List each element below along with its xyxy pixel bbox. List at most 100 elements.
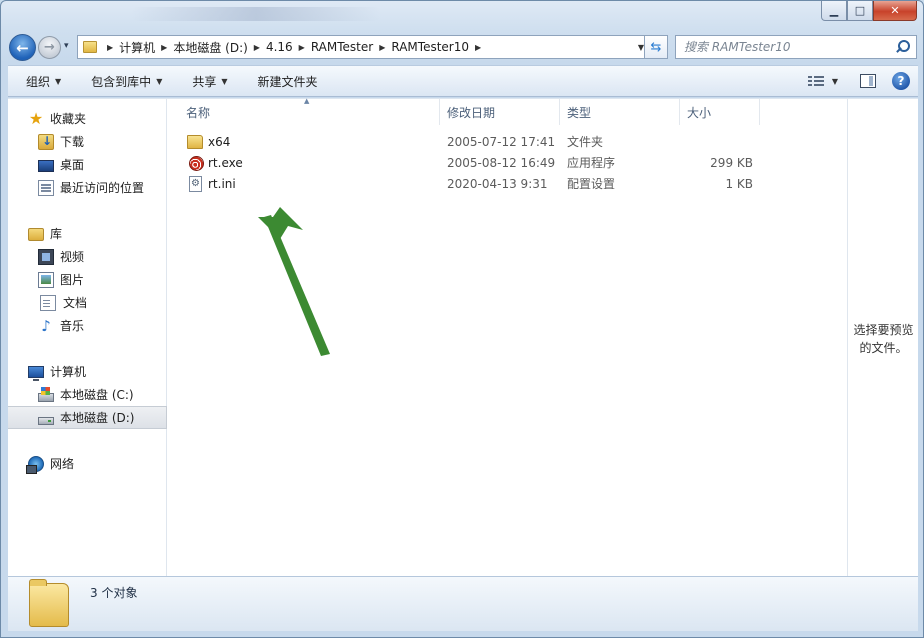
annotation-arrow-head <box>258 207 303 239</box>
preview-pane: 选择要预览 的文件。 <box>847 99 918 577</box>
computer-icon <box>28 366 44 381</box>
change-view-icon[interactable] <box>807 74 824 88</box>
sidebar-item-label: 本地磁盘 (C:) <box>60 388 134 402</box>
preview-message: 选择要预览 的文件。 <box>848 321 919 357</box>
sidebar-item-recent-places[interactable]: 最近访问的位置 <box>8 176 167 199</box>
sidebar-item-label: 最近访问的位置 <box>60 181 145 195</box>
sidebar-item-documents[interactable]: 文档 <box>8 291 167 314</box>
sidebar-item-label: 图片 <box>60 273 85 287</box>
item-count: 3 个对象 <box>90 586 138 600</box>
view-controls: ▼ ? <box>807 72 910 90</box>
new-folder-label: 新建文件夹 <box>257 74 318 89</box>
system-drive-icon <box>38 386 54 402</box>
libraries-group: 库 视频 图片 文档 ♪ 音乐 <box>8 222 167 337</box>
preview-message-line: 选择要预览 <box>853 323 914 337</box>
maximize-button[interactable]: □ <box>847 1 873 21</box>
help-icon[interactable]: ? <box>892 72 910 90</box>
breadcrumb-computer[interactable]: 计算机 <box>119 39 155 56</box>
sidebar-item-label: 视频 <box>60 250 85 264</box>
sidebar-item-label: 库 <box>50 227 63 241</box>
sidebar-item-label: 本地磁盘 (D:) <box>60 411 135 425</box>
sidebar-item-videos[interactable]: 视频 <box>8 245 167 268</box>
downloads-folder-icon <box>38 133 54 150</box>
sidebar-item-pictures[interactable]: 图片 <box>8 268 167 291</box>
breadcrumb-separator[interactable]: ▶ <box>107 43 113 52</box>
organize-button[interactable]: 组织 ▼ <box>8 73 71 90</box>
recent-pages-dropdown[interactable]: ▾ <box>64 41 69 51</box>
sidebar-item-downloads[interactable]: 下载 <box>8 130 167 153</box>
breadcrumb-4-16[interactable]: 4.16 <box>266 40 293 54</box>
window-title-blur <box>131 7 381 21</box>
sidebar-item-label: 网络 <box>50 457 75 471</box>
local-drive-icon <box>38 416 54 425</box>
new-folder-button[interactable]: 新建文件夹 <box>238 73 328 90</box>
computer-group: 计算机 本地磁盘 (C:) 本地磁盘 (D:) <box>8 360 167 429</box>
favorites-group: ★ 收藏夹 下载 桌面 最近访问的位置 <box>8 107 167 199</box>
search-input[interactable] <box>684 37 894 57</box>
close-button[interactable]: ✕ <box>873 1 917 21</box>
file-list-pane: ▲ 名称 修改日期 类型 大小 x64 2005-07-12 17:41 文件夹… <box>168 97 847 577</box>
preview-pane-toggle-icon[interactable] <box>860 74 876 88</box>
network-icon <box>26 455 44 474</box>
details-pane: 3 个对象 <box>8 576 918 631</box>
breadcrumb-separator[interactable]: ▶ <box>299 43 305 52</box>
folder-icon <box>29 579 69 627</box>
address-bar[interactable]: ▶ 计算机 ▶ 本地磁盘 (D:) ▶ 4.16 ▶ RAMTester ▶ R… <box>77 35 648 59</box>
content-area: ★ 收藏夹 下载 桌面 最近访问的位置 <box>8 97 918 577</box>
folder-icon <box>83 41 97 53</box>
sidebar-item-label: 桌面 <box>60 158 85 172</box>
preview-message-line: 的文件。 <box>859 341 908 355</box>
refresh-button[interactable]: ⇆ <box>644 35 668 59</box>
breadcrumb-ramtester[interactable]: RAMTester <box>311 40 373 54</box>
library-icon <box>28 228 44 241</box>
sidebar-item-label: 下载 <box>60 135 85 149</box>
breadcrumb-separator[interactable]: ▶ <box>161 43 167 52</box>
sidebar-item-libraries[interactable]: 库 <box>8 222 167 245</box>
include-in-library-button[interactable]: 包含到库中 ▼ <box>71 73 172 90</box>
chevron-down-icon: ▼ <box>221 76 228 86</box>
sidebar-item-label: 文档 <box>63 296 88 310</box>
search-box[interactable] <box>675 35 917 59</box>
star-icon: ★ <box>28 108 44 128</box>
picture-library-icon <box>38 271 54 288</box>
network-group: 网络 <box>8 452 167 475</box>
breadcrumb-separator[interactable]: ▶ <box>475 43 481 52</box>
video-library-icon <box>38 248 54 265</box>
sidebar-item-favorites[interactable]: ★ 收藏夹 <box>8 107 167 130</box>
document-library-icon <box>40 294 56 311</box>
back-button[interactable]: ← <box>9 34 36 61</box>
breadcrumb-drive-d[interactable]: 本地磁盘 (D:) <box>173 39 247 56</box>
breadcrumb-ramtester10[interactable]: RAMTester10 <box>391 40 469 54</box>
sidebar-item-desktop[interactable]: 桌面 <box>8 153 167 176</box>
breadcrumb-separator[interactable]: ▶ <box>379 43 385 52</box>
sidebar-item-label: 音乐 <box>60 319 85 333</box>
sidebar-item-computer[interactable]: 计算机 <box>8 360 167 383</box>
navigation-pane: ★ 收藏夹 下载 桌面 最近访问的位置 <box>8 99 167 577</box>
sidebar-item-label: 计算机 <box>50 365 87 379</box>
recent-places-icon <box>38 179 54 196</box>
share-label: 共享 <box>192 74 217 89</box>
sidebar-item-music[interactable]: ♪ 音乐 <box>8 314 167 337</box>
sidebar-item-network[interactable]: 网络 <box>8 452 167 475</box>
include-in-library-label: 包含到库中 <box>91 74 152 89</box>
sidebar-item-label: 收藏夹 <box>50 112 87 126</box>
view-options-dropdown[interactable]: ▼ <box>832 77 838 86</box>
forward-button[interactable]: → <box>38 36 61 59</box>
navigation-bar: ← → ▾ ▶ 计算机 ▶ 本地磁盘 (D:) ▶ 4.16 ▶ RAMTest… <box>9 34 917 61</box>
search-icon[interactable] <box>894 39 910 55</box>
command-bar: 组织 ▼ 包含到库中 ▼ 共享 ▼ 新建文件夹 ▼ ? <box>8 65 918 97</box>
music-library-icon: ♪ <box>41 316 51 335</box>
chevron-down-icon: ▼ <box>55 76 62 86</box>
organize-label: 组织 <box>26 74 51 89</box>
sidebar-item-drive-c[interactable]: 本地磁盘 (C:) <box>8 383 167 406</box>
minimize-button[interactable]: ▁ <box>821 1 847 21</box>
breadcrumb-separator[interactable]: ▶ <box>254 43 260 52</box>
chevron-down-icon: ▼ <box>156 76 163 86</box>
explorer-window: ▁ □ ✕ ← → ▾ ▶ 计算机 ▶ 本地磁盘 (D:) ▶ 4.16 ▶ R… <box>0 0 924 638</box>
desktop-icon <box>38 159 54 172</box>
annotation-arrow <box>258 207 330 356</box>
caption-buttons: ▁ □ ✕ <box>821 1 917 21</box>
sidebar-item-drive-d[interactable]: 本地磁盘 (D:) <box>8 406 167 429</box>
share-button[interactable]: 共享 ▼ <box>172 73 237 90</box>
annotation-arrow-shape <box>264 215 330 356</box>
